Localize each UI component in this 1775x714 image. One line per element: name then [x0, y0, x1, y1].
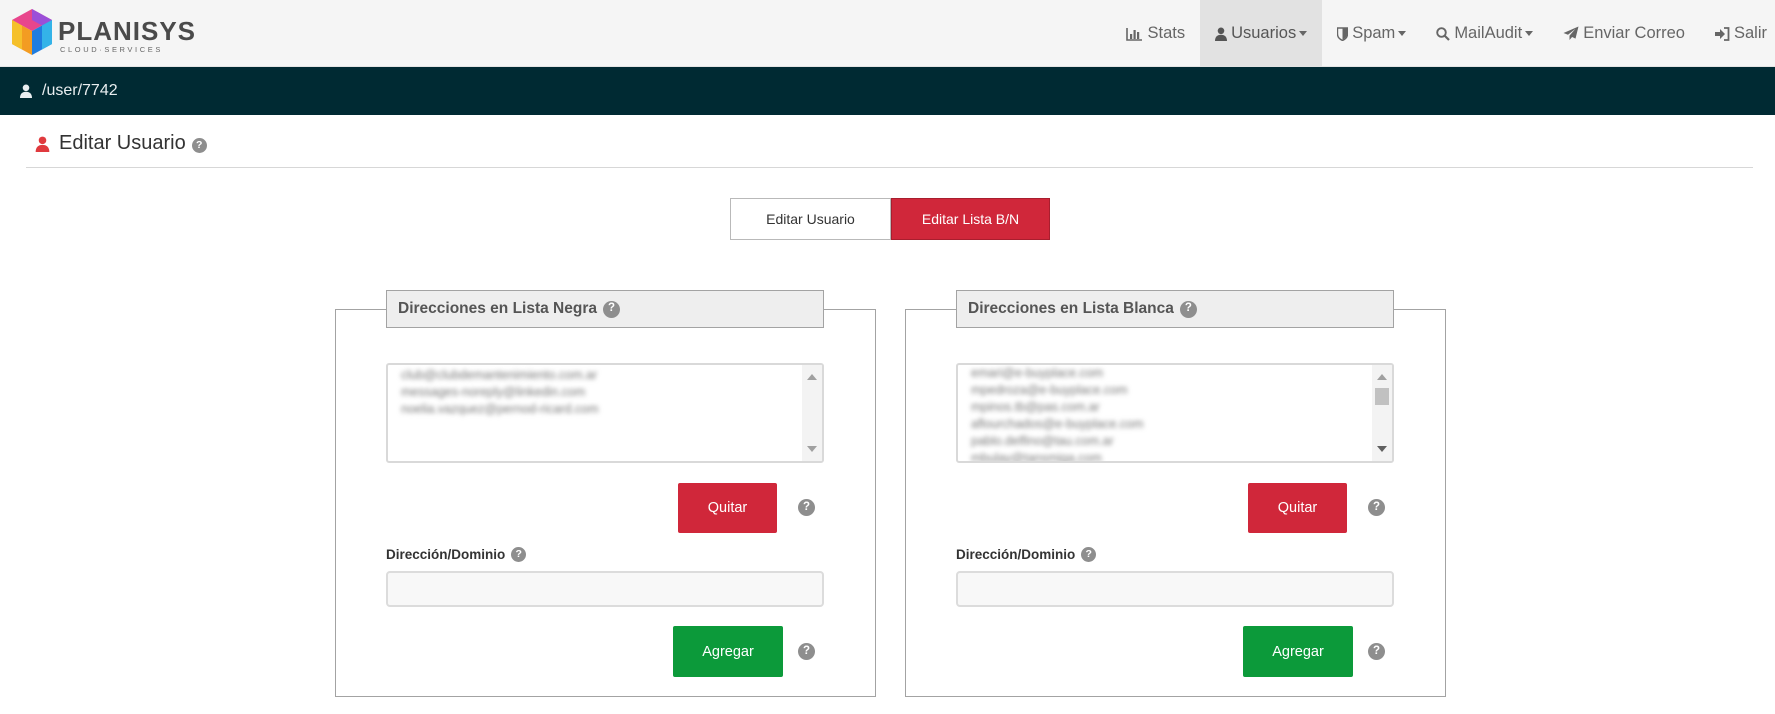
title-divider — [26, 167, 1753, 168]
help-icon[interactable]: ? — [1081, 547, 1097, 562]
list-item[interactable]: mpedroza@e-buyplace.com — [971, 382, 1368, 399]
help-icon[interactable]: ? — [798, 499, 815, 516]
nav-item-salir[interactable]: Salir — [1700, 0, 1775, 67]
scroll-down-icon[interactable] — [807, 446, 817, 452]
nav-label-stats: Stats — [1147, 24, 1186, 42]
path-bar: /user/7742 — [0, 67, 1775, 115]
help-icon[interactable]: ? — [191, 138, 207, 153]
list-item[interactable]: mpinos.tb@pas.com.ar — [971, 399, 1368, 416]
help-icon[interactable]: ? — [511, 547, 527, 562]
list-item[interactable]: aflourchados@e-buyplace.com — [971, 416, 1368, 433]
help-icon[interactable]: ? — [1368, 499, 1385, 516]
list-item[interactable]: messages-noreply@linkedin.com — [401, 384, 798, 401]
cube-logo-icon — [12, 9, 52, 55]
scrollbar[interactable] — [802, 365, 822, 461]
sign-out-icon — [1714, 26, 1730, 41]
list-item[interactable]: mbulay@tansmiga.com — [971, 450, 1368, 461]
blacklist-add-button[interactable]: Agregar — [673, 626, 783, 677]
nav-label-enviar-correo: Enviar Correo — [1583, 24, 1685, 42]
blacklist-title-text: Direcciones en Lista Negra — [398, 300, 597, 317]
planisys-logo[interactable]: PLANISYS CLOUD·SERVICES — [10, 7, 200, 59]
help-icon[interactable]: ? — [798, 643, 815, 660]
scroll-up-icon[interactable] — [807, 374, 817, 380]
scrollbar[interactable] — [1372, 365, 1392, 461]
blacklist-listbox[interactable]: club@clubdemantenimiento.com.ar messages… — [386, 363, 824, 463]
blacklist-field-label-text: Dirección/Dominio — [386, 547, 506, 562]
chevron-down-icon — [1525, 31, 1534, 36]
nav-label-mailaudit: MailAudit — [1454, 24, 1523, 42]
edit-tabs: Editar Usuario Editar Lista B/N — [730, 198, 1050, 240]
paper-plane-icon — [1563, 26, 1579, 41]
user-icon — [20, 84, 32, 98]
page-title-text: Editar Usuario — [59, 132, 186, 154]
scroll-down-icon[interactable] — [1377, 446, 1387, 452]
whitelist-title-text: Direcciones en Lista Blanca — [968, 300, 1174, 317]
user-icon — [35, 136, 50, 152]
whitelist-field-label: Dirección/Dominio ? — [956, 547, 1097, 562]
tab-editar-usuario[interactable]: Editar Usuario — [730, 198, 891, 240]
top-navbar: PLANISYS CLOUD·SERVICES Stats Usuarios S… — [0, 0, 1775, 67]
chevron-down-icon — [1299, 31, 1308, 36]
main-nav: Stats Usuarios Spam MailAudit Enviar Cor… — [1111, 0, 1775, 67]
scroll-up-icon[interactable] — [1377, 374, 1387, 380]
search-icon — [1436, 26, 1451, 41]
nav-label-spam: Spam — [1352, 24, 1396, 42]
blacklist-remove-button[interactable]: Quitar — [678, 483, 777, 533]
list-item[interactable]: pablo.delfino@tau.com.ar — [971, 433, 1368, 450]
blacklist-panel-title: Direcciones en Lista Negra ? — [386, 290, 824, 328]
whitelist-listbox[interactable]: emari@e-buyplace.com mpedroza@e-buyplace… — [956, 363, 1394, 463]
blacklist-field-label: Dirección/Dominio ? — [386, 547, 527, 562]
whitelist-field-label-text: Dirección/Dominio — [956, 547, 1076, 562]
nav-item-enviar-correo[interactable]: Enviar Correo — [1548, 0, 1700, 67]
help-icon[interactable]: ? — [603, 300, 620, 318]
bar-chart-icon — [1126, 27, 1143, 41]
scroll-thumb[interactable] — [1375, 388, 1389, 405]
breadcrumb: /user/7742 — [42, 82, 118, 99]
whitelist-address-field[interactable] — [956, 571, 1394, 607]
chevron-down-icon — [1398, 31, 1407, 36]
whitelist-add-button[interactable]: Agregar — [1243, 626, 1353, 677]
list-item[interactable]: emari@e-buyplace.com — [971, 365, 1368, 382]
blacklist-address-field[interactable] — [386, 571, 824, 607]
nav-item-usuarios[interactable]: Usuarios — [1200, 0, 1323, 67]
nav-item-stats[interactable]: Stats — [1111, 0, 1200, 67]
tab-editar-lista-bn[interactable]: Editar Lista B/N — [891, 198, 1050, 240]
shield-icon — [1337, 26, 1349, 41]
page-title: Editar Usuario ? — [35, 132, 207, 155]
whitelist-panel-title: Direcciones en Lista Blanca ? — [956, 290, 1394, 328]
brand-name: PLANISYS — [58, 16, 197, 46]
list-item[interactable]: noelia.vazquez@pernod-ricard.com — [401, 401, 798, 418]
whitelist-remove-button[interactable]: Quitar — [1248, 483, 1347, 533]
nav-item-mailaudit[interactable]: MailAudit — [1421, 0, 1548, 67]
list-item[interactable]: club@clubdemantenimiento.com.ar — [401, 367, 798, 384]
help-icon[interactable]: ? — [1368, 643, 1385, 660]
nav-label-usuarios: Usuarios — [1231, 24, 1297, 42]
user-icon — [1215, 27, 1228, 41]
nav-item-spam[interactable]: Spam — [1322, 0, 1421, 67]
help-icon[interactable]: ? — [1179, 300, 1197, 318]
brand-tagline: CLOUD·SERVICES — [60, 45, 163, 54]
nav-label-salir: Salir — [1733, 24, 1767, 42]
